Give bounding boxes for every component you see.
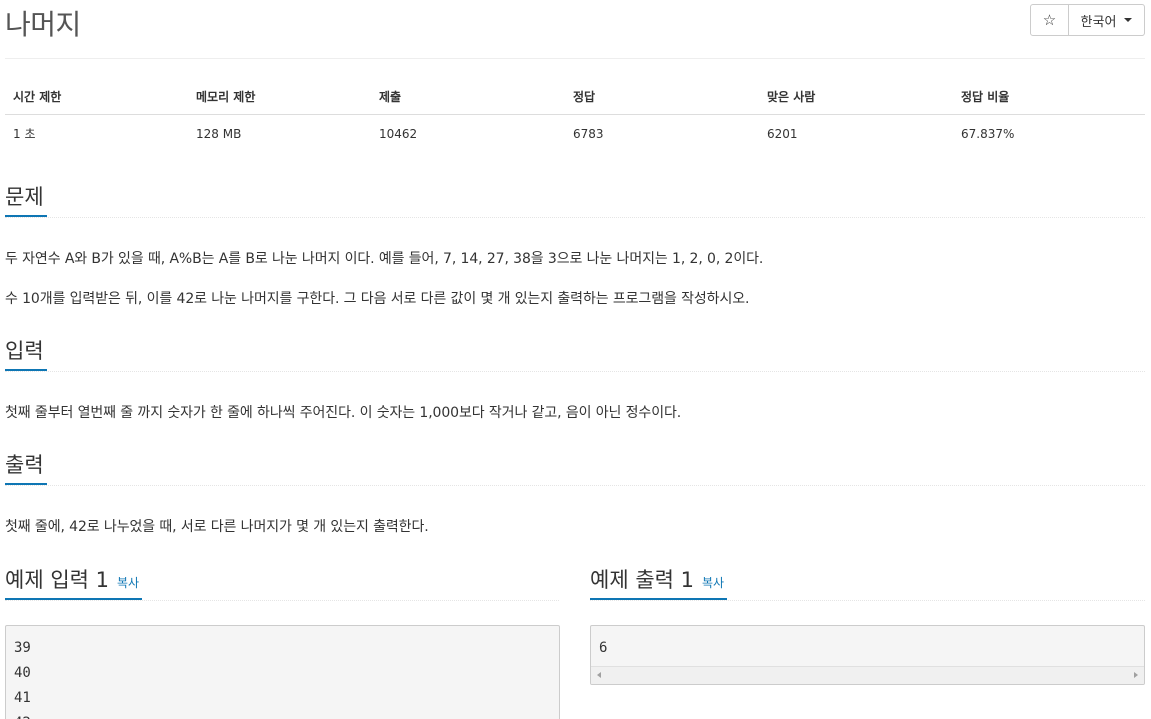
input-description: 첫째 줄부터 열번째 줄 까지 숫자가 한 줄에 하나씩 주어진다. 이 숫자는… bbox=[5, 405, 682, 421]
header-solved-users: 맞은 사람 bbox=[759, 80, 953, 115]
title-divider bbox=[5, 58, 1145, 59]
sample-output-heading: 예제 출력 1 복사 bbox=[590, 566, 728, 600]
header-submissions: 제출 bbox=[371, 80, 565, 115]
sample-input-line: 39 bbox=[14, 640, 31, 656]
sample-input-box[interactable]: 39 40 41 42 bbox=[5, 625, 560, 719]
output-section-header: 출력 bbox=[5, 451, 1145, 486]
header-memory-limit: 메모리 제한 bbox=[188, 80, 371, 115]
sample-output-title: 예제 출력 1 bbox=[590, 568, 694, 592]
sample-input-title: 예제 입력 1 bbox=[5, 568, 109, 592]
description-heading: 문제 bbox=[5, 183, 47, 217]
sample-input-header: 예제 입력 1 복사 bbox=[5, 566, 559, 601]
input-section-header: 입력 bbox=[5, 337, 1145, 372]
sample-output-box[interactable]: 6 bbox=[590, 625, 1145, 685]
sample-output-header: 예제 출력 1 복사 bbox=[590, 566, 1145, 601]
caret-down-icon bbox=[1124, 18, 1133, 22]
description-section-header: 문제 bbox=[5, 183, 1145, 218]
description-paragraph-2: 수 10개를 입력받은 뒤, 이를 42로 나눈 나머지를 구한다. 그 다음 … bbox=[5, 291, 750, 307]
description-paragraph-1: 두 자연수 A와 B가 있을 때, A%B는 A를 B로 나눈 나머지 이다. … bbox=[5, 251, 764, 267]
page-title: 나머지 bbox=[5, 8, 81, 41]
info-header-row: 시간 제한 메모리 제한 제출 정답 맞은 사람 정답 비율 bbox=[5, 80, 1145, 115]
sample-input-heading: 예제 입력 1 복사 bbox=[5, 566, 143, 600]
info-value-row: 1 초 128 MB 10462 6783 6201 67.837% bbox=[5, 115, 1145, 153]
output-description: 첫째 줄에, 42로 나누었을 때, 서로 다른 나머지가 몇 개 있는지 출력… bbox=[5, 519, 429, 535]
scroll-left-icon[interactable] bbox=[597, 672, 601, 678]
problem-page: 나머지 ☆ 한국어 시간 제한 메모리 제한 제출 정답 맞은 사람 정답 비율… bbox=[0, 0, 1151, 719]
sample-input-line: 40 bbox=[14, 665, 31, 681]
star-icon: ☆ bbox=[1042, 11, 1057, 29]
header-accept-ratio: 정답 비율 bbox=[953, 80, 1145, 115]
value-accepted: 6783 bbox=[573, 126, 604, 141]
top-controls: ☆ 한국어 bbox=[1030, 4, 1145, 36]
copy-sample-input-link[interactable]: 복사 bbox=[117, 576, 139, 590]
header-accepted: 정답 bbox=[565, 80, 759, 115]
problem-info-table: 시간 제한 메모리 제한 제출 정답 맞은 사람 정답 비율 1 초 128 M… bbox=[5, 80, 1145, 152]
language-dropdown[interactable]: 한국어 bbox=[1069, 4, 1145, 36]
value-solved-users: 6201 bbox=[767, 126, 798, 141]
input-heading: 입력 bbox=[5, 337, 47, 371]
value-memory-limit: 128 MB bbox=[196, 126, 242, 141]
output-heading: 출력 bbox=[5, 451, 47, 485]
sample-output-line: 6 bbox=[599, 640, 608, 656]
value-time-limit: 1 초 bbox=[13, 127, 36, 141]
horizontal-scrollbar[interactable] bbox=[591, 666, 1144, 684]
copy-sample-output-link[interactable]: 복사 bbox=[702, 576, 724, 590]
header-time-limit: 시간 제한 bbox=[5, 80, 188, 115]
sample-input-line: 41 bbox=[14, 690, 31, 706]
language-label: 한국어 bbox=[1080, 14, 1117, 30]
value-submissions: 10462 bbox=[379, 126, 418, 141]
scroll-right-icon[interactable] bbox=[1134, 672, 1138, 678]
star-button[interactable]: ☆ bbox=[1030, 4, 1069, 36]
sample-input-line: 42 bbox=[6, 711, 559, 719]
value-accept-ratio: 67.837% bbox=[961, 126, 1015, 141]
